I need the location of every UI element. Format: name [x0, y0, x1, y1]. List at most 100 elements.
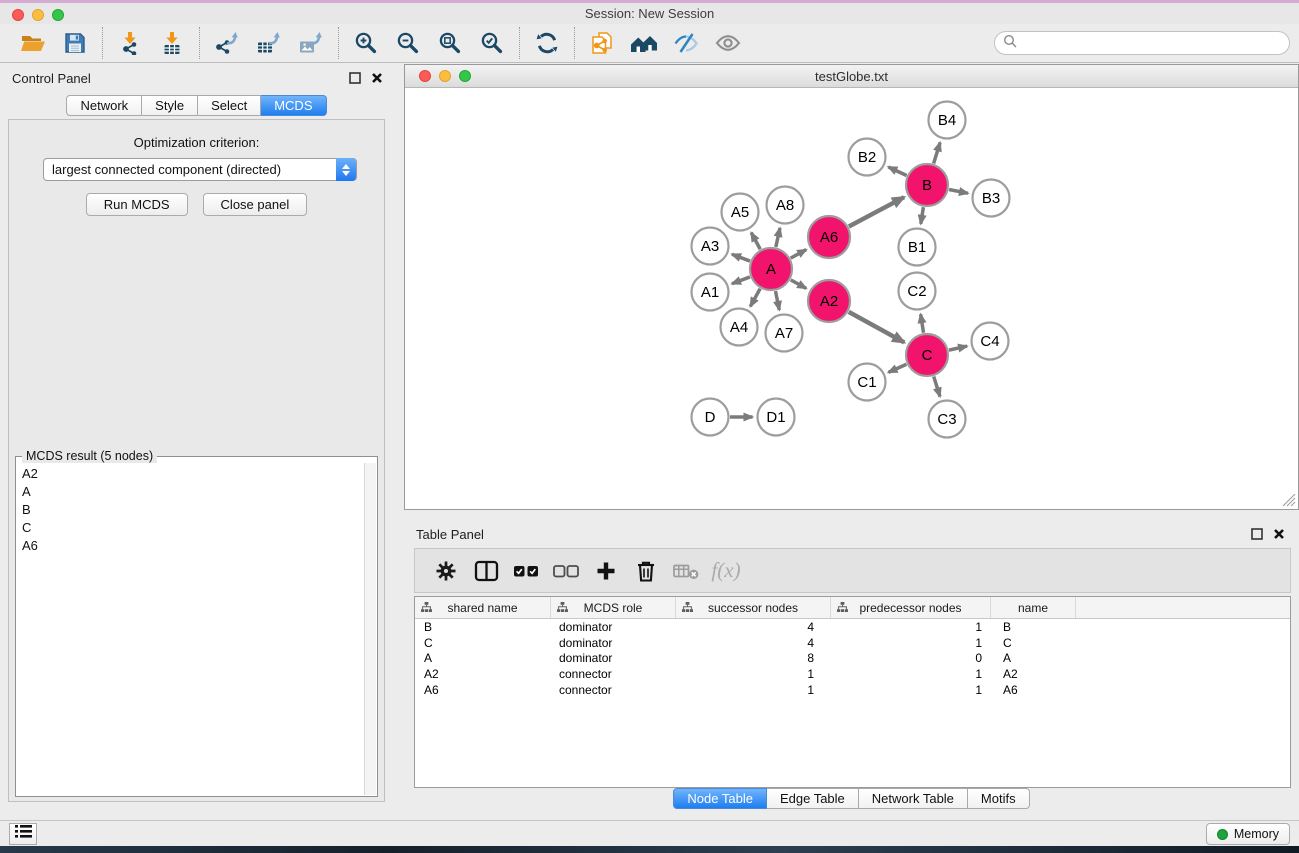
tab-mcds[interactable]: MCDS — [261, 95, 326, 116]
graph-edge-A-A8[interactable] — [776, 228, 780, 247]
table-cell[interactable]: A — [991, 651, 1076, 665]
network-window-titlebar[interactable]: testGlobe.txt — [405, 65, 1298, 88]
mcds-result-item[interactable]: B — [17, 500, 363, 518]
eye-icon[interactable] — [707, 26, 749, 60]
graph-edge-A-A1[interactable] — [732, 277, 750, 284]
graph-edge-A-A4[interactable] — [750, 289, 760, 307]
zoom-fit-icon[interactable] — [429, 26, 471, 60]
run-mcds-button[interactable]: Run MCDS — [86, 193, 188, 216]
tab-style[interactable]: Style — [142, 95, 198, 116]
column-header-shared-name[interactable]: shared name — [415, 597, 551, 618]
export-image-icon[interactable] — [290, 26, 332, 60]
mcds-result-item[interactable]: A6 — [17, 537, 363, 555]
criterion-dropdown[interactable]: largest connected component (directed) — [43, 158, 357, 181]
refresh-icon[interactable] — [526, 26, 568, 60]
close-table-panel-icon[interactable] — [1273, 527, 1285, 545]
graph-edge-B-B4[interactable] — [934, 142, 940, 163]
graph-edge-C-C3[interactable] — [934, 376, 940, 396]
table-cell[interactable]: 1 — [676, 683, 831, 697]
float-table-panel-icon[interactable] — [1251, 527, 1263, 545]
table-cell[interactable]: B — [991, 620, 1076, 634]
document-share-icon[interactable] — [581, 26, 623, 60]
tab-motifs[interactable]: Motifs — [968, 788, 1030, 809]
column-chooser-icon[interactable] — [471, 553, 501, 589]
graph-edge-A2-C[interactable] — [849, 312, 905, 343]
table-cell[interactable]: A2 — [415, 667, 551, 681]
table-cell[interactable]: 4 — [676, 620, 831, 634]
table-cell[interactable]: dominator — [551, 636, 676, 650]
graph-edge-C-C4[interactable] — [949, 346, 967, 350]
table-cell[interactable]: connector — [551, 667, 676, 681]
network-canvas[interactable]: B4B2BB3A8A5A6A3B1AA1C2A2A4A7C4CC1C3DD1 — [405, 88, 1298, 509]
graph-edge-B-B2[interactable] — [888, 167, 906, 176]
mcds-result-item[interactable]: A — [17, 482, 363, 500]
table-cell[interactable]: A6 — [991, 683, 1076, 697]
column-header-successor-nodes[interactable]: successor nodes — [676, 597, 831, 618]
zoom-selected-icon[interactable] — [471, 26, 513, 60]
save-floppy-icon[interactable] — [54, 26, 96, 60]
task-history-button[interactable] — [9, 823, 37, 845]
table-cell[interactable]: C — [415, 636, 551, 650]
table-cell[interactable]: dominator — [551, 651, 676, 665]
add-column-icon[interactable] — [591, 553, 621, 589]
table-cell[interactable]: 8 — [676, 651, 831, 665]
column-header-MCDS-role[interactable]: MCDS role — [551, 597, 676, 618]
table-cell[interactable]: 4 — [676, 636, 831, 650]
close-panel-button[interactable]: Close panel — [203, 193, 308, 216]
graph-edge-C-C1[interactable] — [888, 364, 906, 372]
column-header-predecessor-nodes[interactable]: predecessor nodes — [831, 597, 991, 618]
tab-select[interactable]: Select — [198, 95, 261, 116]
open-folder-icon[interactable] — [12, 26, 54, 60]
result-list-scrollbar[interactable] — [364, 463, 376, 795]
table-row[interactable]: Cdominator41C — [415, 635, 1290, 651]
zoom-out-icon[interactable] — [387, 26, 429, 60]
table-cell[interactable]: dominator — [551, 620, 676, 634]
search-box[interactable] — [994, 31, 1290, 55]
table-cell[interactable]: 1 — [831, 667, 991, 681]
table-row[interactable]: Adominator80A — [415, 651, 1290, 667]
graph-edge-A-A3[interactable] — [732, 254, 750, 261]
table-cell[interactable]: connector — [551, 683, 676, 697]
column-header-name[interactable]: name — [991, 597, 1076, 618]
graph-edge-C-C2[interactable] — [921, 314, 924, 333]
mcds-result-item[interactable]: A2 — [17, 464, 363, 482]
graph-edge-A-A5[interactable] — [751, 233, 760, 250]
close-panel-icon[interactable] — [371, 71, 383, 89]
table-row[interactable]: A6connector11A6 — [415, 682, 1290, 698]
zoom-in-icon[interactable] — [345, 26, 387, 60]
graph-edge-A-A6[interactable] — [791, 250, 807, 259]
graph-edge-A6-B[interactable] — [849, 197, 904, 226]
tab-network[interactable]: Network — [66, 95, 142, 116]
import-network-icon[interactable] — [109, 26, 151, 60]
deselect-all-icon[interactable] — [551, 553, 581, 589]
table-cell[interactable]: A6 — [415, 683, 551, 697]
import-table-icon[interactable] — [151, 26, 193, 60]
table-cell[interactable]: C — [991, 636, 1076, 650]
table-cell[interactable]: 1 — [831, 620, 991, 634]
table-cell[interactable]: 0 — [831, 651, 991, 665]
settings-gear-icon[interactable] — [431, 553, 461, 589]
table-cell[interactable]: A2 — [991, 667, 1076, 681]
resize-grip[interactable] — [1283, 494, 1296, 507]
table-cell[interactable]: A — [415, 651, 551, 665]
graph-edge-A-A7[interactable] — [775, 291, 779, 310]
table-cell[interactable]: 1 — [831, 636, 991, 650]
eye-slash-icon[interactable] — [665, 26, 707, 60]
table-row[interactable]: Bdominator41B — [415, 619, 1290, 635]
memory-button[interactable]: Memory — [1206, 823, 1290, 845]
tab-node-table[interactable]: Node Table — [673, 788, 767, 809]
houses-icon[interactable] — [623, 26, 665, 60]
table-cell[interactable]: B — [415, 620, 551, 634]
select-all-icon[interactable] — [511, 553, 541, 589]
graph-edge-B-B3[interactable] — [949, 189, 968, 193]
table-cell[interactable]: 1 — [676, 667, 831, 681]
graph-edge-B-B1[interactable] — [921, 207, 924, 224]
table-row[interactable]: A2connector11A2 — [415, 666, 1290, 682]
tab-edge-table[interactable]: Edge Table — [767, 788, 859, 809]
graph-edge-A-A2[interactable] — [791, 280, 807, 289]
mcds-result-item[interactable]: C — [17, 519, 363, 537]
delete-column-icon[interactable] — [631, 553, 661, 589]
float-panel-icon[interactable] — [349, 71, 361, 89]
tab-network-table[interactable]: Network Table — [859, 788, 968, 809]
table-cell[interactable]: 1 — [831, 683, 991, 697]
